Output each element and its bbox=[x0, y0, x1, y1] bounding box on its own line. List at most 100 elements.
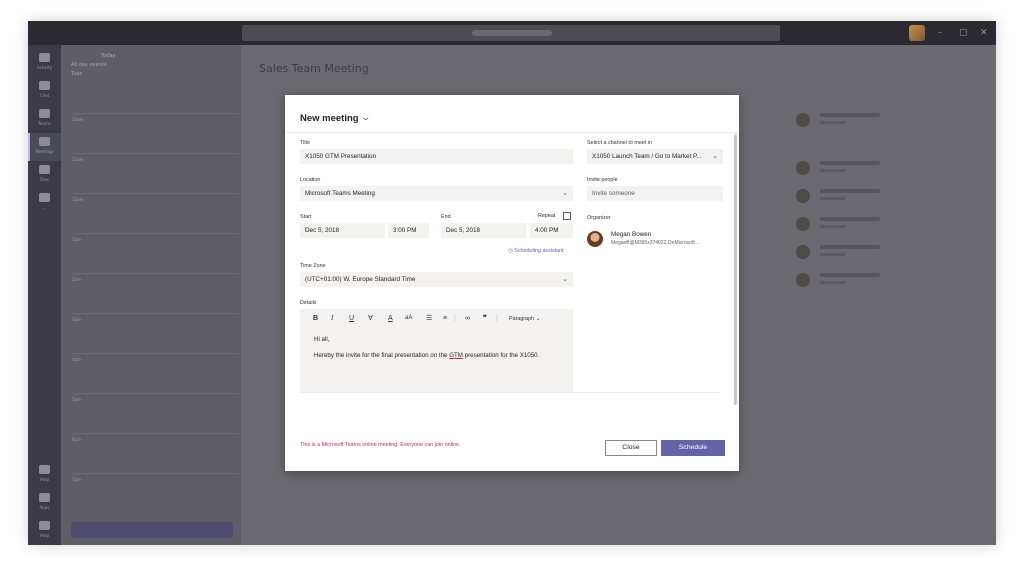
rail-label: Meetings bbox=[35, 149, 54, 154]
hour-line bbox=[71, 273, 239, 274]
search-placeholder bbox=[472, 30, 552, 36]
link-icon[interactable]: ∞ bbox=[465, 314, 470, 323]
invite-input[interactable]: Invite someone bbox=[587, 186, 723, 201]
rail-icon bbox=[39, 53, 50, 62]
invite-label: Invite people bbox=[587, 177, 618, 183]
paragraph-style-dropdown[interactable]: Paragraph ⌄ bbox=[509, 315, 540, 324]
scrollbar-thumb[interactable] bbox=[734, 135, 737, 405]
formatting-toolbar: B I U ∀ A aA ☰ ≡ | ∞ ❞ | Paragraph ⌄ bbox=[300, 309, 573, 329]
rail-item-4[interactable]: Files bbox=[28, 161, 61, 189]
rail-item-3[interactable]: Meetings bbox=[28, 133, 61, 161]
organizer-name: Megan Bowen bbox=[611, 231, 652, 238]
rail-item-1[interactable]: Chat bbox=[28, 77, 61, 105]
hour-label: 7pm bbox=[72, 477, 81, 482]
organizer-email: MeganB@M365x374022.OnMicrosoft... bbox=[611, 240, 699, 246]
highlight-icon[interactable]: ∀ bbox=[368, 314, 373, 323]
rail-icon bbox=[39, 193, 50, 202]
font-color-icon[interactable]: A bbox=[388, 314, 393, 323]
channel-value: X1050 Launch Team / Go to Market P... bbox=[592, 153, 702, 160]
close-button[interactable]: Close bbox=[605, 440, 657, 456]
title-label: Title bbox=[300, 140, 310, 146]
details-text-before: Hereby the invite for the final presenta… bbox=[314, 352, 450, 359]
timezone-select[interactable]: (UTC+01:00) W. Europe Standard Time ⌄ bbox=[300, 272, 573, 287]
rail-label: Help bbox=[39, 533, 50, 538]
start-date-input[interactable]: Dec 5, 2018 bbox=[300, 223, 385, 238]
numbered-list-icon[interactable]: ≡ bbox=[443, 314, 447, 323]
minimize-icon[interactable]: – bbox=[938, 27, 943, 39]
rail-icon bbox=[39, 165, 50, 174]
repeat-label: Repeat bbox=[538, 213, 556, 219]
toolbar-divider: | bbox=[496, 315, 498, 322]
details-label: Details bbox=[300, 300, 317, 306]
location-value: Microsoft Teams Meeting bbox=[305, 190, 375, 197]
bold-icon[interactable]: B bbox=[313, 314, 318, 323]
end-date-input[interactable]: Dec 5, 2018 bbox=[441, 223, 526, 238]
channel-select[interactable]: X1050 Launch Team / Go to Market P... ⌄ bbox=[587, 149, 723, 164]
calendar-date: All day events bbox=[71, 62, 107, 68]
title-input[interactable]: X1050 GTM Presentation bbox=[300, 149, 573, 164]
rail-item-0[interactable]: Activity bbox=[28, 49, 61, 77]
maximize-icon[interactable]: ▢ bbox=[959, 27, 968, 39]
rail-item-2[interactable]: Teams bbox=[28, 105, 61, 133]
italic-icon[interactable]: I bbox=[331, 314, 333, 323]
details-editor[interactable]: B I U ∀ A aA ☰ ≡ | ∞ ❞ | Paragraph ⌄ Hi … bbox=[300, 309, 573, 392]
details-paragraph: Hereby the invite for the final presenta… bbox=[314, 351, 562, 361]
quote-icon[interactable]: ❞ bbox=[483, 314, 487, 323]
bullet-list-icon[interactable]: ☰ bbox=[426, 314, 432, 323]
join-meeting-button[interactable] bbox=[71, 522, 233, 538]
font-size-icon[interactable]: aA bbox=[405, 314, 412, 323]
end-time-input[interactable]: 4:00 PM bbox=[530, 223, 573, 238]
hour-label: 11am bbox=[72, 157, 84, 162]
location-input[interactable]: Microsoft Teams Meeting ⌄ bbox=[300, 186, 573, 201]
rail-label: ... bbox=[42, 205, 47, 210]
search-bar[interactable] bbox=[242, 25, 780, 41]
hour-line bbox=[71, 473, 239, 474]
chevron-down-icon: ⌄ bbox=[562, 190, 568, 197]
rail-item-7[interactable]: Apps bbox=[28, 489, 61, 517]
hour-line bbox=[71, 433, 239, 434]
chevron-down-icon: ⌄ bbox=[562, 276, 568, 283]
rail-label: Help bbox=[39, 477, 50, 482]
rail-icon bbox=[39, 109, 50, 118]
hour-line bbox=[71, 393, 239, 394]
repeat-checkbox[interactable] bbox=[563, 212, 571, 220]
rail-item-8[interactable]: Help bbox=[28, 517, 61, 545]
hour-line bbox=[71, 233, 239, 234]
hour-label: 5pm bbox=[72, 397, 81, 402]
scheduling-assistant-link[interactable]: ◷ Scheduling assistant bbox=[508, 248, 564, 254]
rail-label: Chat bbox=[39, 93, 50, 98]
hour-label: 1pm bbox=[72, 237, 81, 242]
toolbar-divider: | bbox=[454, 315, 456, 322]
close-window-icon[interactable]: ✕ bbox=[980, 27, 988, 39]
rail-label: Teams bbox=[38, 121, 51, 126]
chevron-down-icon[interactable]: ⌄ bbox=[360, 112, 371, 123]
clock-icon: ◷ bbox=[508, 248, 513, 254]
rail-label: Files bbox=[40, 177, 49, 182]
underline-icon[interactable]: U bbox=[349, 314, 354, 323]
app-rail: Activity Chat Teams Meetings Files... Help App… bbox=[28, 45, 61, 545]
start-time-input[interactable]: 3:00 PM bbox=[388, 223, 429, 238]
hour-line bbox=[71, 353, 239, 354]
hour-line bbox=[71, 193, 239, 194]
user-avatar[interactable] bbox=[909, 25, 925, 41]
hour-label: 10am bbox=[72, 117, 84, 122]
new-meeting-dialog: New meeting ⌄ Title X1050 GTM Presentati… bbox=[285, 95, 739, 471]
page-title: Sales Team Meeting bbox=[259, 62, 369, 75]
hour-line bbox=[71, 313, 239, 314]
hour-line bbox=[71, 113, 239, 114]
calendar-nav[interactable]: Today bbox=[101, 53, 115, 60]
avatar bbox=[587, 231, 603, 247]
schedule-button[interactable]: Schedule bbox=[661, 440, 725, 456]
spellcheck-flagged-word[interactable]: GTM bbox=[449, 352, 463, 359]
hour-label: 6pm bbox=[72, 437, 81, 442]
rail-item-5[interactable]: ... bbox=[28, 189, 61, 217]
details-greeting: Hi all, bbox=[314, 336, 330, 343]
chevron-down-icon: ⌄ bbox=[535, 316, 541, 322]
rail-icon bbox=[39, 493, 50, 502]
rail-item-6[interactable]: Help bbox=[28, 461, 61, 489]
screenshot-stage: – ▢ ✕ Activity Chat Teams Meetings Files... H… bbox=[0, 0, 1024, 579]
start-label: Start bbox=[300, 214, 312, 220]
details-body: Hi all, Hereby the invite for the final … bbox=[314, 335, 562, 367]
rail-label: Apps bbox=[39, 505, 50, 510]
online-meeting-note: This is a Microsoft Teams online meeting… bbox=[300, 442, 461, 448]
